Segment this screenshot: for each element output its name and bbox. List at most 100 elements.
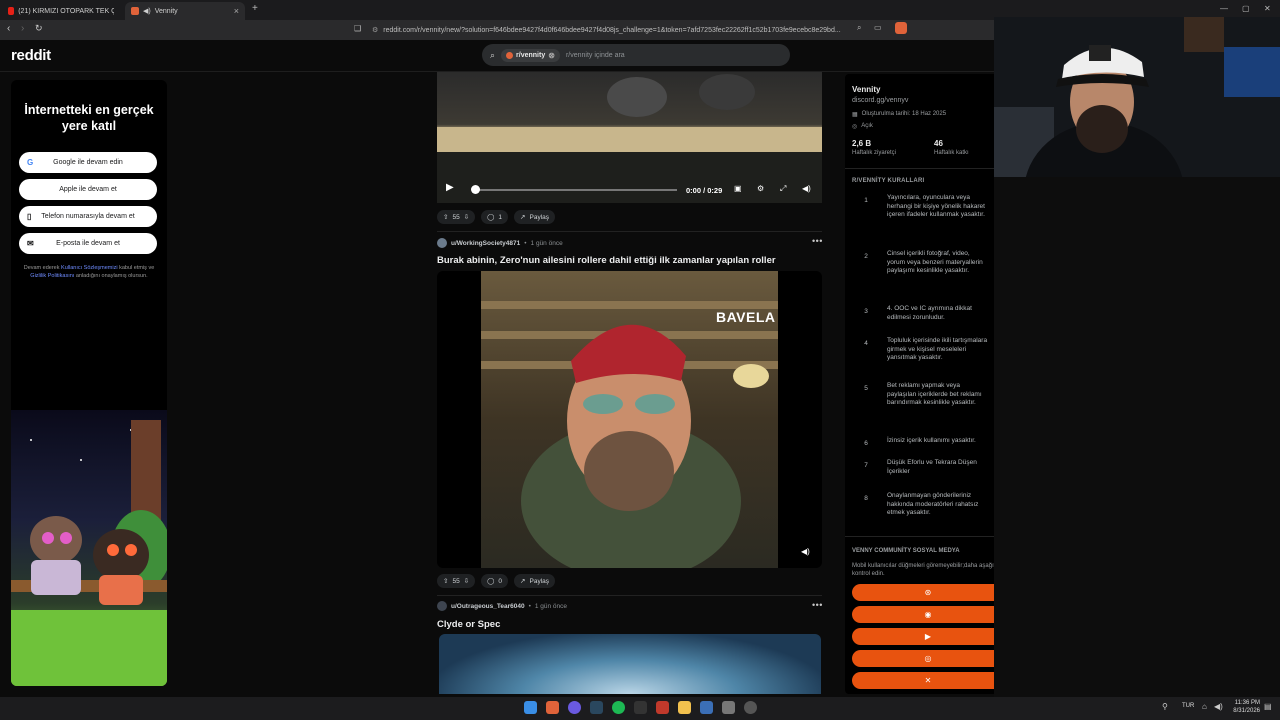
volume-icon[interactable]: ◀) <box>801 547 810 556</box>
progress-handle[interactable] <box>471 185 480 194</box>
social-youtube-button[interactable]: ▶ <box>852 628 1004 645</box>
post-title[interactable]: Burak abinin, Zero'nun ailesini rollere … <box>437 255 776 266</box>
windows-start-icon[interactable] <box>524 701 537 714</box>
brave-shield-icon[interactable] <box>895 22 907 34</box>
rule-item[interactable]: 8 Onaylanmayan gönderileriniz hakkında m… <box>845 492 1011 518</box>
x-icon: ✕ <box>924 676 932 685</box>
app-icon[interactable] <box>744 701 757 714</box>
clear-chip-icon[interactable]: ⊗ <box>548 51 555 60</box>
subreddit-chip[interactable]: r/vennity ⊗ <box>501 48 560 62</box>
phone-login-button[interactable]: ▯ Telefon numarasıyla devam et <box>19 206 157 227</box>
legal-prefix: Devam ederek <box>23 265 60 271</box>
tab-youtube[interactable]: (21) KIRMIZI OTOPARK TEK ÇIKIŞ YO <box>2 2 120 20</box>
brave-browser-icon[interactable] <box>546 701 559 714</box>
user-avatar[interactable] <box>437 601 447 611</box>
clock-time[interactable]: 11:36 PM <box>1232 700 1260 706</box>
tab-vennity[interactable]: ◀) Vennity × <box>125 2 245 20</box>
vote-group: ⇧ 55 ⇩ <box>437 210 476 224</box>
zoom-icon[interactable]: ⌕ <box>857 23 861 33</box>
upvote-icon[interactable]: ⇧ <box>443 213 448 221</box>
maximize-icon[interactable]: ▢ <box>1242 4 1250 13</box>
spotify-icon[interactable] <box>612 701 625 714</box>
post-title[interactable]: Clyde or Spec <box>437 619 500 630</box>
obs-icon[interactable] <box>634 701 647 714</box>
community-link[interactable]: discord.gg/vennyv <box>852 97 908 104</box>
file-explorer-icon[interactable] <box>678 701 691 714</box>
user-avatar[interactable] <box>437 238 447 248</box>
comment-count: 0 <box>498 577 503 585</box>
microphone-icon[interactable]: ⚲ <box>1162 702 1168 711</box>
language-indicator[interactable]: TUR <box>1182 703 1194 709</box>
share-button[interactable]: ↗ Paylaş <box>514 210 556 224</box>
google-login-button[interactable]: G Google ile devam edin <box>19 152 157 173</box>
captions-icon[interactable]: ▣ <box>734 184 742 193</box>
close-window-icon[interactable]: ✕ <box>1264 4 1271 13</box>
rule-number: 3 <box>864 308 868 315</box>
video-player[interactable]: ▶ 0:00 / 0:29 ▣ ⚙ ⤢ ◀) <box>437 72 822 203</box>
reddit-logo[interactable]: reddit <box>11 47 51 64</box>
rule-item[interactable]: 3 4. OOC ve IC ayrımına dikkat edilmesi … <box>845 305 1011 322</box>
url-field[interactable]: ⚙ reddit.com/r/vennity/new/?solution=f64… <box>372 23 852 37</box>
rule-item[interactable]: 7 Düşük Eforlu ve Tekrara Düşen İçerikle… <box>845 459 1011 476</box>
taskbar: ⚲ TUR ⌂ ◀) 11:36 PM 8/31/2026 ▤ <box>0 697 1280 720</box>
google-icon: G <box>27 158 34 167</box>
fullscreen-icon[interactable]: ⤢ <box>780 184 786 194</box>
more-options-icon[interactable]: ••• <box>812 600 823 610</box>
comments-button[interactable]: ◯ 1 <box>481 210 509 224</box>
rule-item[interactable]: 6 İzinsiz içerik kullanımı yasaktır. ⌄ <box>845 437 1011 449</box>
social-x-button[interactable]: ✕ <box>852 672 1004 689</box>
back-icon[interactable]: ‹ <box>7 23 10 34</box>
close-tab-icon[interactable]: × <box>234 6 239 16</box>
rule-item[interactable]: 1 Yayıncılara, oyunculara veya herhangi … <box>845 194 1011 220</box>
comments-button[interactable]: ◯ 0 <box>481 574 509 588</box>
url-text: reddit.com/r/vennity/new/?solution=f646b… <box>383 26 841 34</box>
rule-item[interactable]: 5 Bet reklamı yapmak veya paylaşılan içe… <box>845 382 1011 408</box>
social-discord-button[interactable]: ◉ <box>852 606 1004 623</box>
share-icon: ↗ <box>520 578 526 585</box>
post-author[interactable]: u/Outrageous_Tear6040 <box>451 603 525 610</box>
upvote-icon[interactable]: ⇧ <box>443 577 448 585</box>
downvote-icon[interactable]: ⇩ <box>464 577 469 585</box>
rule-item[interactable]: 4 Topluluk içerisinde ikili tartışmalara… <box>845 337 1011 363</box>
settings-icon[interactable]: ⚙ <box>757 184 764 193</box>
privacy-policy-link[interactable]: Gizlilik Politikasını <box>30 273 74 279</box>
bookmark-icon[interactable]: ❑ <box>354 24 361 33</box>
social-instagram-button[interactable]: ◎ <box>852 650 1004 667</box>
volume-icon[interactable]: ◀) <box>802 184 811 193</box>
downvote-icon[interactable]: ⇩ <box>464 213 469 221</box>
vote-count: 55 <box>452 577 460 585</box>
apple-login-button[interactable]: Apple ile devam et <box>19 179 157 200</box>
play-icon[interactable]: ▶ <box>446 182 454 193</box>
reddit-icon <box>131 7 139 15</box>
volume-icon[interactable]: ◀) <box>1214 702 1223 711</box>
app-icon[interactable] <box>656 701 669 714</box>
social-note: Mobil kullanıcılar düğmeleri göremeyebil… <box>852 563 999 577</box>
search-bar[interactable]: ⌕ r/vennity ⊗ r/vennity içinde ara <box>482 44 790 66</box>
settings-app-icon[interactable] <box>722 701 735 714</box>
app-icon[interactable] <box>700 701 713 714</box>
network-icon[interactable]: ⌂ <box>1202 702 1207 711</box>
site-info-icon[interactable]: ⚙ <box>372 26 378 34</box>
reload-icon[interactable]: ↻ <box>35 23 43 34</box>
clock-date[interactable]: 8/31/2026 <box>1228 708 1260 714</box>
rule-item[interactable]: 2 Cinsel içerikli fotoğraf, video, yorum… <box>845 250 1011 276</box>
email-login-button[interactable]: ✉ E-posta ile devam et <box>19 233 157 254</box>
more-options-icon[interactable]: ••• <box>812 236 823 246</box>
user-agreement-link[interactable]: Kullanıcı Sözleşmemizi <box>61 265 118 271</box>
rule-text: Cinsel içerikli fotoğraf, video, yorum v… <box>887 250 983 274</box>
new-tab-button[interactable]: + <box>252 3 258 14</box>
post-image[interactable] <box>439 634 821 694</box>
reader-icon[interactable]: ▭ <box>874 23 882 32</box>
share-button[interactable]: ↗ Paylaş <box>514 574 556 588</box>
video-player[interactable]: BAVELA ◀) <box>437 271 822 568</box>
steam-icon[interactable] <box>590 701 603 714</box>
notification-icon[interactable]: ▤ <box>1264 702 1272 711</box>
post-author[interactable]: u/WorkingSociety4871 <box>451 240 520 247</box>
minimize-icon[interactable]: — <box>1220 4 1228 13</box>
progress-track[interactable] <box>475 189 677 191</box>
social-web-button[interactable]: ⊛ <box>852 584 1004 601</box>
globe-icon: ◎ <box>852 124 858 130</box>
stat-label: Haftalık katkı <box>934 150 969 156</box>
discord-app-icon[interactable] <box>568 701 581 714</box>
forward-icon[interactable]: › <box>21 23 24 34</box>
